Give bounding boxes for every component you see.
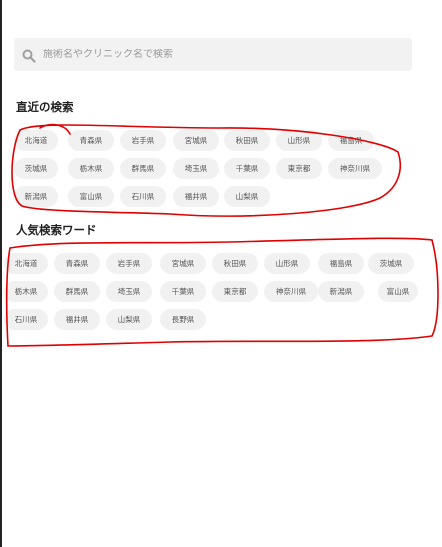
recent-search-chip[interactable]: 千葉県 [224,158,270,179]
recent-search-chip[interactable]: 茨城県 [14,158,58,179]
popular-keyword-chip[interactable]: 神奈川県 [264,281,318,302]
popular-keyword-chip[interactable]: 石川県 [4,309,48,330]
search-input[interactable] [43,49,412,60]
popular-keyword-chip[interactable]: 青森県 [54,253,100,274]
popular-keyword-chip[interactable]: 福島県 [318,253,364,274]
recent-search-chip[interactable]: 東京都 [276,158,322,179]
popular-keyword-chip[interactable]: 千葉県 [160,281,206,302]
recent-search-chip[interactable]: 北海道 [14,130,58,151]
popular-keyword-chip[interactable]: 山梨県 [106,309,152,330]
popular-keyword-chip[interactable]: 長野県 [160,309,206,330]
popular-keyword-chip[interactable]: 新潟県 [318,281,364,302]
popular-keyword-chip[interactable]: 埼玉県 [106,281,152,302]
popular-keyword-chip[interactable]: 宮城県 [160,253,206,274]
recent-searches-heading: 直近の検索 [16,100,74,114]
recent-search-chip[interactable]: 栃木県 [68,158,114,179]
recent-search-chip[interactable]: 宮城県 [173,130,219,151]
recent-search-chip[interactable]: 埼玉県 [173,158,219,179]
recent-search-chip[interactable]: 富山県 [68,186,114,207]
popular-keyword-chip[interactable]: 東京都 [212,281,258,302]
recent-search-chip[interactable]: 神奈川県 [328,158,382,179]
search-icon [22,48,36,63]
popular-keyword-chip[interactable]: 富山県 [378,281,418,302]
recent-search-chip[interactable]: 山梨県 [224,186,270,207]
popular-keyword-chip[interactable]: 山形県 [264,253,310,274]
recent-search-chip[interactable]: 石川県 [120,186,166,207]
popular-keyword-chip[interactable]: 北海道 [4,253,48,274]
popular-keyword-chip[interactable]: 秋田県 [212,253,258,274]
popular-keyword-chip[interactable]: 群馬県 [54,281,100,302]
recent-search-chip[interactable]: 新潟県 [14,186,58,207]
recent-search-chip[interactable]: 群馬県 [120,158,166,179]
recent-search-chip[interactable]: 青森県 [68,130,114,151]
recent-search-chip[interactable]: 福井県 [173,186,219,207]
popular-keyword-chip[interactable]: 岩手県 [106,253,152,274]
popular-keyword-chip[interactable]: 茨城県 [368,253,414,274]
search-bar[interactable] [14,38,412,71]
recent-search-chip[interactable]: 岩手県 [120,130,166,151]
popular-keywords-heading: 人気検索ワード [16,223,97,237]
recent-search-chip[interactable]: 秋田県 [224,130,270,151]
popular-keyword-chip[interactable]: 栃木県 [4,281,48,302]
popular-keyword-chip[interactable]: 福井県 [54,309,100,330]
left-border [0,0,2,547]
recent-search-chip[interactable]: 山形県 [276,130,322,151]
recent-search-chip[interactable]: 福島県 [328,130,374,151]
